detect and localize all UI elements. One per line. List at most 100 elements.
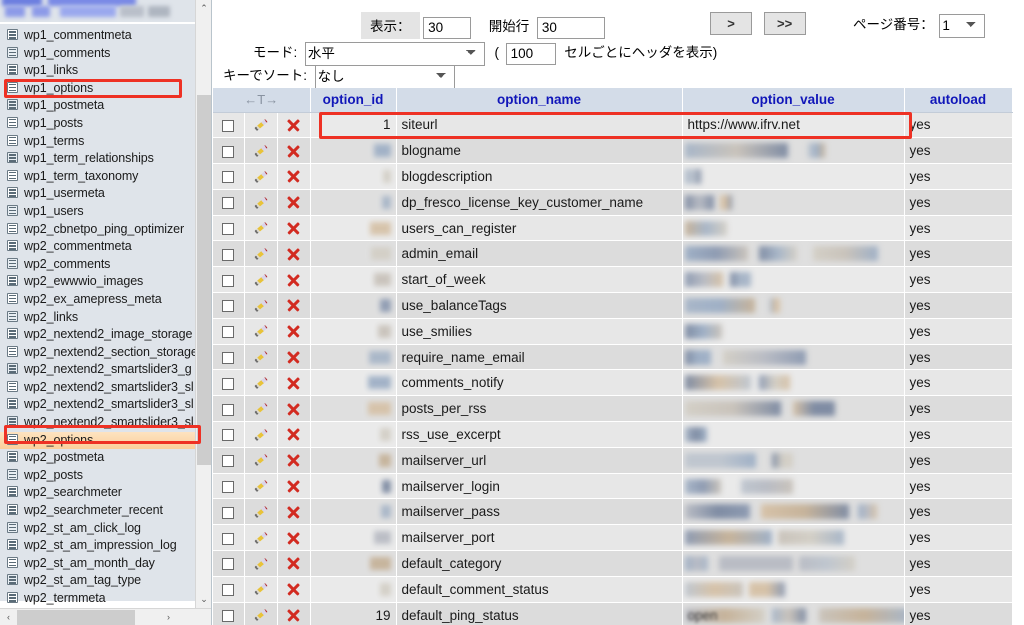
cell-autoload[interactable]: yes — [904, 576, 1013, 603]
row-select-cell[interactable] — [213, 344, 245, 371]
row-select-cell[interactable] — [213, 524, 245, 552]
row-checkbox[interactable] — [222, 326, 235, 339]
cell-option-name[interactable]: require_name_email — [396, 344, 683, 371]
scroll-up-icon[interactable]: ⌃ — [196, 0, 211, 17]
cell-option-name[interactable]: use_balanceTags — [396, 292, 683, 319]
sidebar-item-wp2-options[interactable]: wp2_options — [0, 431, 196, 450]
delete-x-icon[interactable] — [286, 556, 301, 571]
cell-option-id[interactable]: 1 — [310, 112, 397, 139]
edit-cell[interactable] — [244, 524, 278, 552]
cell-autoload[interactable]: yes — [904, 163, 1013, 190]
sidebar-item-wp2-termmeta[interactable]: wp2_termmeta — [0, 590, 196, 608]
delete-x-icon[interactable] — [286, 427, 301, 442]
edit-pencil-icon[interactable] — [253, 452, 269, 468]
sidebar-item-wp1-terms[interactable]: wp1_terms — [0, 133, 196, 151]
cell-option-id[interactable] — [310, 344, 397, 371]
cell-autoload[interactable]: yes — [904, 395, 1013, 423]
scroll-left-icon[interactable]: ‹ — [0, 609, 17, 625]
edit-pencil-icon[interactable] — [253, 427, 269, 443]
table-row[interactable]: mailserver_port yes — [213, 524, 1013, 552]
delete-cell[interactable] — [277, 292, 311, 319]
cell-option-name[interactable]: start_of_week — [396, 266, 683, 294]
row-checkbox[interactable] — [222, 145, 235, 158]
edit-pencil-icon[interactable] — [253, 607, 269, 623]
table-row[interactable]: mailserver_url yes — [213, 447, 1013, 474]
cell-option-value[interactable] — [682, 318, 905, 345]
row-checkbox[interactable] — [222, 506, 235, 519]
delete-cell[interactable] — [277, 576, 311, 603]
sidebar-item-wp2-ex-amepress-meta[interactable]: wp2_ex_amepress_meta — [0, 291, 196, 309]
delete-cell[interactable] — [277, 163, 311, 190]
cell-autoload[interactable]: yes — [904, 240, 1013, 268]
sidebar-item-wp2-st-am-impression-log[interactable]: wp2_st_am_impression_log — [0, 537, 196, 555]
edit-cell[interactable] — [244, 369, 278, 397]
cell-autoload[interactable]: yes — [904, 292, 1013, 319]
cell-option-name[interactable]: mailserver_login — [396, 473, 683, 500]
edit-pencil-icon[interactable] — [253, 556, 269, 572]
row-select-cell[interactable] — [213, 292, 245, 319]
delete-cell[interactable] — [277, 215, 311, 242]
cell-option-value[interactable] — [682, 344, 905, 371]
table-row[interactable]: blogname yes — [213, 137, 1013, 165]
edit-cell[interactable] — [244, 112, 278, 139]
row-checkbox[interactable] — [222, 248, 235, 261]
table-row[interactable]: users_can_register yes — [213, 215, 1013, 242]
edit-cell[interactable] — [244, 447, 278, 474]
sidebar-item-wp1-links[interactable]: wp1_links — [0, 62, 196, 80]
column-header-option-id[interactable]: option_id — [310, 88, 397, 113]
row-checkbox[interactable] — [222, 609, 235, 622]
delete-cell[interactable] — [277, 602, 311, 625]
delete-cell[interactable] — [277, 266, 311, 294]
cell-option-value[interactable] — [682, 240, 905, 268]
row-select-cell[interactable] — [213, 137, 245, 165]
cell-autoload[interactable]: yes — [904, 189, 1013, 216]
cell-option-value[interactable] — [682, 421, 905, 448]
edit-pencil-icon[interactable] — [253, 478, 269, 494]
edit-cell[interactable] — [244, 421, 278, 448]
cell-option-value[interactable] — [682, 292, 905, 319]
table-row[interactable]: admin_email yes — [213, 240, 1013, 268]
show-rows-input[interactable] — [423, 16, 472, 39]
cell-option-name[interactable]: mailserver_pass — [396, 498, 683, 526]
mode-select[interactable]: 水平 — [304, 41, 485, 66]
delete-cell[interactable] — [277, 344, 311, 371]
edit-cell[interactable] — [244, 395, 278, 423]
sidebar-item-wp2-st-am-month-day[interactable]: wp2_st_am_month_day — [0, 555, 196, 573]
delete-cell[interactable] — [277, 137, 311, 165]
edit-pencil-icon[interactable] — [253, 401, 269, 417]
cell-option-name[interactable]: dp_fresco_license_key_customer_name — [396, 189, 683, 216]
row-checkbox[interactable] — [222, 171, 235, 184]
sidebar-item-wp1-commentmeta[interactable]: wp1_commentmeta — [0, 27, 196, 45]
table-row[interactable]: rss_use_excerpt yes — [213, 421, 1013, 448]
sidebar-item-wp2-st-am-click-log[interactable]: wp2_st_am_click_log — [0, 520, 196, 538]
table-row[interactable]: posts_per_rss yes — [213, 395, 1013, 423]
delete-x-icon[interactable] — [286, 350, 301, 365]
edit-pencil-icon[interactable] — [253, 246, 269, 262]
delete-x-icon[interactable] — [286, 453, 301, 468]
cell-autoload[interactable]: yes — [904, 137, 1013, 165]
delete-x-icon[interactable] — [286, 169, 301, 184]
delete-cell[interactable] — [277, 395, 311, 423]
cell-option-name[interactable]: blogdescription — [396, 163, 683, 190]
row-select-cell[interactable] — [213, 163, 245, 190]
delete-cell[interactable] — [277, 524, 311, 552]
cell-option-name[interactable]: default_comment_status — [396, 576, 683, 603]
edit-cell[interactable] — [244, 240, 278, 268]
row-checkbox[interactable] — [222, 119, 235, 132]
edit-cell[interactable] — [244, 318, 278, 345]
edit-pencil-icon[interactable] — [253, 530, 269, 546]
edit-pencil-icon[interactable] — [253, 220, 269, 236]
sidebar-item-wp2-searchmeter-recent[interactable]: wp2_searchmeter_recent — [0, 502, 196, 520]
cell-autoload[interactable]: yes — [904, 473, 1013, 500]
row-checkbox[interactable] — [222, 352, 235, 364]
edit-pencil-icon[interactable] — [253, 195, 269, 211]
row-checkbox[interactable] — [222, 223, 235, 236]
cell-option-value[interactable] — [682, 524, 905, 552]
sidebar-horizontal-scrollbar[interactable]: ‹ › — [0, 608, 211, 625]
row-select-cell[interactable] — [213, 421, 245, 448]
cell-option-id[interactable] — [310, 524, 397, 552]
last-page-button[interactable]: >> — [763, 12, 806, 35]
cell-option-name[interactable]: blogname — [396, 137, 683, 165]
row-select-cell[interactable] — [213, 266, 245, 294]
cell-option-name[interactable]: default_category — [396, 550, 683, 577]
